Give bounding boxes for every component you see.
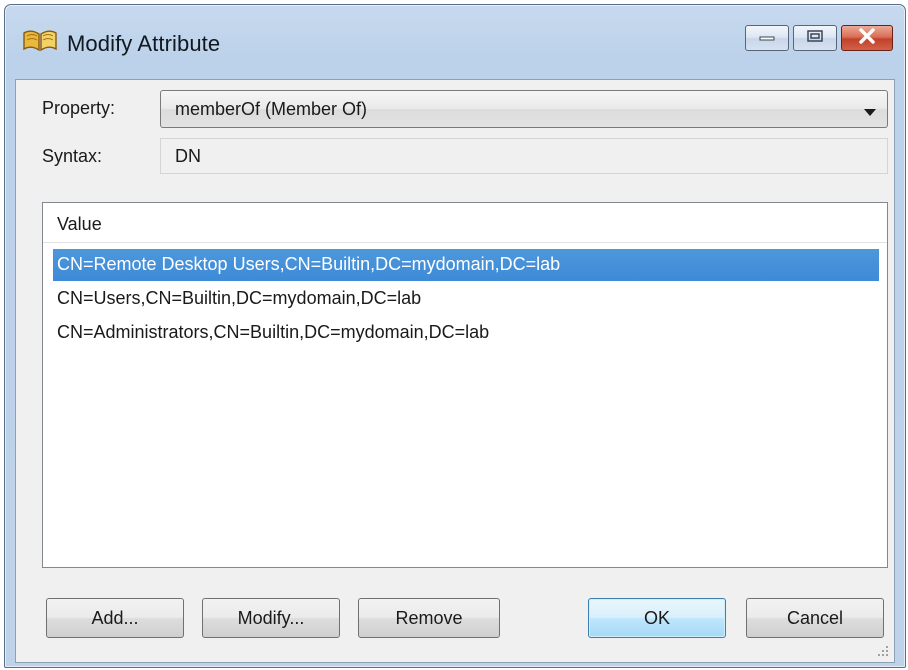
add-button[interactable]: Add... <box>46 598 184 638</box>
property-combobox[interactable]: memberOf (Member Of) <box>160 90 888 128</box>
resize-grip-icon[interactable] <box>876 644 890 658</box>
modify-button[interactable]: Modify... <box>202 598 340 638</box>
list-item[interactable]: CN=Administrators,CN=Builtin,DC=mydomain… <box>53 317 879 349</box>
syntax-field: DN <box>160 138 888 174</box>
property-value: memberOf (Member Of) <box>175 99 368 119</box>
list-header[interactable]: Value <box>43 203 887 243</box>
close-icon <box>858 27 876 49</box>
remove-button[interactable]: Remove <box>358 598 500 638</box>
close-button[interactable] <box>841 25 893 51</box>
syntax-label: Syntax: <box>42 146 103 166</box>
dialog-body: Property: memberOf (Member Of) Syntax: D… <box>15 79 895 663</box>
cancel-button[interactable]: Cancel <box>746 598 884 638</box>
syntax-value: DN <box>175 146 201 166</box>
property-label: Property: <box>42 98 116 118</box>
title-bar[interactable]: Modify Attribute <box>5 5 905 81</box>
ok-button[interactable]: OK <box>588 598 726 638</box>
list-item[interactable]: CN=Remote Desktop Users,CN=Builtin,DC=my… <box>53 249 879 281</box>
minimize-icon <box>758 29 776 47</box>
window-title: Modify Attribute <box>67 31 221 56</box>
chevron-down-icon <box>863 105 877 123</box>
values-list[interactable]: Value CN=Remote Desktop Users,CN=Builtin… <box>42 202 888 568</box>
caption-buttons <box>745 25 893 51</box>
value-column-header: Value <box>57 214 102 234</box>
maximize-icon <box>806 29 824 48</box>
maximize-button[interactable] <box>793 25 837 51</box>
modify-attribute-dialog: Modify Attribute Property: memberOf (Mem… <box>4 4 906 668</box>
list-item[interactable]: CN=Users,CN=Builtin,DC=mydomain,DC=lab <box>53 283 879 315</box>
minimize-button[interactable] <box>745 25 789 51</box>
book-icon <box>21 27 59 53</box>
